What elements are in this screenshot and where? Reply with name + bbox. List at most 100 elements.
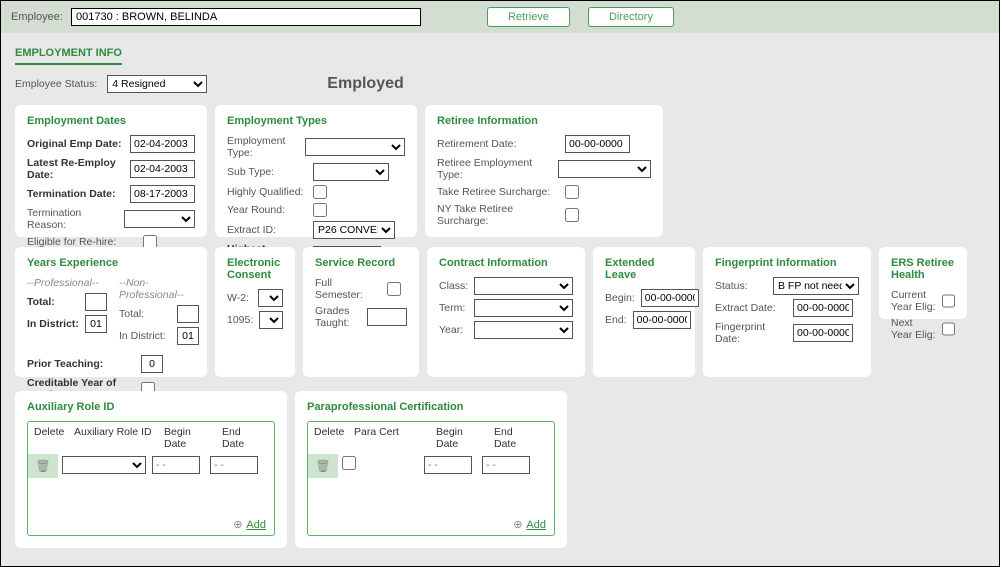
fp-extract-date-input[interactable]: [793, 299, 853, 317]
fingerprint-date-input[interactable]: [793, 324, 853, 342]
retiree-info-card: Retiree Information Retirement Date: Ret…: [425, 105, 663, 237]
contract-class-label: Class:: [439, 280, 468, 292]
employee-status-select[interactable]: 4 Resigned: [107, 75, 207, 93]
fingerprint-status-select[interactable]: B FP not needed: [773, 277, 859, 295]
full-semester-checkbox[interactable]: [387, 282, 401, 296]
nonprof-total-label: Total:: [119, 308, 171, 320]
professional-heading: --Professional--: [27, 277, 107, 289]
termination-reason-label: Termination Reason:: [27, 207, 118, 231]
card-title: Fingerprint Information: [715, 257, 859, 269]
contract-year-label: Year:: [439, 324, 468, 336]
next-year-elig-checkbox[interactable]: [942, 322, 955, 336]
retiree-surcharge-checkbox[interactable]: [565, 185, 579, 199]
card-title: Employment Types: [227, 115, 405, 127]
retrieve-button[interactable]: Retrieve: [487, 7, 570, 27]
grades-taught-label: Grades Taught:: [315, 305, 361, 329]
nonprof-indistrict-label: In District:: [119, 330, 171, 342]
ext-leave-begin-input[interactable]: [641, 289, 699, 307]
year-round-label: Year Round:: [227, 204, 307, 216]
aux-col-delete: Delete: [28, 422, 68, 454]
employment-type-select[interactable]: [305, 138, 405, 156]
retirement-date-input[interactable]: [565, 135, 630, 153]
para-end-input[interactable]: [482, 456, 530, 474]
para-begin-input[interactable]: [424, 456, 472, 474]
fp-extract-date-label: Extract Date:: [715, 302, 787, 314]
employee-search-input[interactable]: [71, 8, 421, 26]
employed-status-text: Employed: [327, 75, 403, 93]
t1095-label: 1095:: [227, 314, 253, 326]
service-record-card: Service Record Full Semester: Grades Tau…: [303, 247, 419, 377]
contract-year-select[interactable]: [474, 321, 573, 339]
prior-teaching-input[interactable]: [141, 355, 163, 373]
current-year-elig-label: Current Year Elig:: [891, 289, 936, 313]
card-title: Years Experience: [27, 257, 195, 269]
ext-leave-end-input[interactable]: [633, 311, 691, 329]
para-col-end: End Date: [488, 422, 538, 454]
para-col-cert: Para Cert: [348, 422, 430, 454]
prior-teaching-label: Prior Teaching:: [27, 358, 135, 370]
aux-end-input[interactable]: [210, 456, 258, 474]
fingerprint-info-card: Fingerprint Information Status: B FP not …: [703, 247, 871, 377]
w2-label: W-2:: [227, 292, 252, 304]
para-cert-checkbox[interactable]: [342, 456, 356, 470]
t1095-select[interactable]: [259, 311, 283, 329]
nonprof-total-input[interactable]: [177, 305, 199, 323]
contract-class-select[interactable]: [474, 277, 573, 295]
card-title: Extended Leave: [605, 257, 683, 281]
prof-total-input[interactable]: [85, 293, 107, 311]
table-row: 🗑: [28, 454, 274, 478]
prof-indistrict-input[interactable]: [85, 315, 107, 333]
extract-id-select[interactable]: P26 CONVERSION: [313, 221, 395, 239]
aux-role-select[interactable]: [62, 456, 146, 474]
orig-emp-date-input[interactable]: [130, 135, 195, 153]
card-title: ERS Retiree Health: [891, 257, 955, 281]
next-year-elig-label: Next Year Elig:: [891, 317, 936, 341]
ny-retiree-surcharge-checkbox[interactable]: [565, 208, 579, 222]
tab-employment-info[interactable]: EMPLOYMENT INFO: [15, 43, 122, 65]
para-add-link[interactable]: Add: [526, 519, 546, 531]
termination-reason-select[interactable]: [124, 210, 195, 228]
contract-term-label: Term:: [439, 302, 468, 314]
highly-qualified-label: Highly Qualified:: [227, 186, 307, 198]
w2-select[interactable]: [258, 289, 283, 307]
current-year-elig-checkbox[interactable]: [942, 294, 955, 308]
card-title: Auxiliary Role ID: [27, 401, 275, 413]
prof-indistrict-label: In District:: [27, 318, 79, 330]
contract-info-card: Contract Information Class: Term: Year:: [427, 247, 585, 377]
employment-dates-card: Employment Dates Original Emp Date: Late…: [15, 105, 207, 237]
ext-leave-end-label: End:: [605, 314, 627, 326]
plus-icon: ⊕: [233, 519, 242, 531]
full-semester-label: Full Semester:: [315, 277, 381, 301]
aux-begin-input[interactable]: [152, 456, 200, 474]
aux-col-begin: Begin Date: [158, 422, 216, 454]
auxiliary-role-card: Auxiliary Role ID Delete Auxiliary Role …: [15, 391, 287, 548]
aux-add-link[interactable]: Add: [246, 519, 266, 531]
para-col-begin: Begin Date: [430, 422, 488, 454]
contract-term-select[interactable]: [474, 299, 573, 317]
directory-button[interactable]: Directory: [588, 7, 674, 27]
retirement-date-label: Retirement Date:: [437, 138, 559, 150]
retiree-emp-type-select[interactable]: [558, 160, 651, 178]
employment-type-label: Employment Type:: [227, 135, 299, 159]
extract-id-label: Extract ID:: [227, 224, 307, 236]
para-col-delete: Delete: [308, 422, 348, 454]
termination-date-label: Termination Date:: [27, 188, 124, 200]
paraprofessional-cert-card: Paraprofessional Certification Delete Pa…: [295, 391, 567, 548]
card-title: Retiree Information: [437, 115, 651, 127]
grades-taught-input[interactable]: [367, 308, 407, 326]
aux-col-role: Auxiliary Role ID: [68, 422, 158, 454]
ext-leave-begin-label: Begin:: [605, 292, 635, 304]
plus-icon: ⊕: [513, 519, 522, 531]
trash-icon[interactable]: 🗑: [315, 459, 330, 473]
termination-date-input[interactable]: [130, 185, 195, 203]
reemploy-date-input[interactable]: [130, 160, 195, 178]
sub-type-select[interactable]: [313, 163, 389, 181]
card-title: Paraprofessional Certification: [307, 401, 555, 413]
employee-label: Employee:: [11, 11, 63, 23]
trash-icon[interactable]: 🗑: [35, 459, 50, 473]
highly-qualified-checkbox[interactable]: [313, 185, 327, 199]
fingerprint-status-label: Status:: [715, 280, 767, 292]
nonprof-indistrict-input[interactable]: [177, 327, 199, 345]
year-round-checkbox[interactable]: [313, 203, 327, 217]
prof-total-label: Total:: [27, 296, 79, 308]
